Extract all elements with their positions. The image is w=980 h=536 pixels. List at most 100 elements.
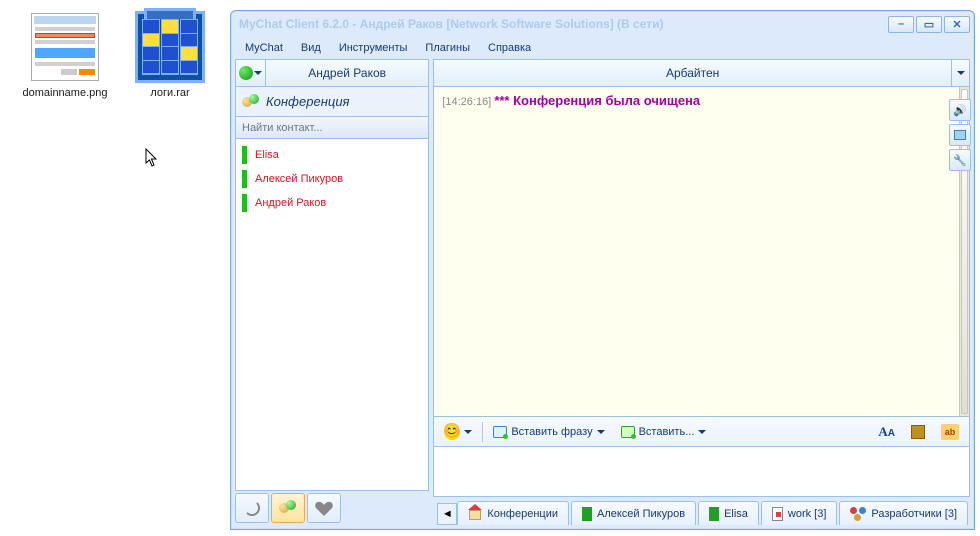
tab-user-elisa[interactable]: Elisa [698,501,759,525]
left-footer-tabs [235,491,429,525]
contact-name: Андрей Раков [255,197,326,209]
conference-label: Конференция [266,94,350,109]
heart-icon [315,500,333,516]
tab-label: Elisa [724,508,748,520]
footer-tab-favorites[interactable] [307,493,341,523]
tab-label: Разработчики [3] [871,508,957,520]
message-toolbar: Вставить фразу Вставить... AA ab [433,417,970,447]
minimize-button[interactable]: – [888,16,914,33]
close-button[interactable]: ✕ [944,16,970,33]
menu-plugins[interactable]: Плагины [417,39,478,57]
desktop-file-logs-rar[interactable]: логи.rar [125,12,215,100]
footer-tab-all[interactable] [235,493,269,523]
menu-mychat[interactable]: MyChat [237,39,291,57]
menu-help[interactable]: Справка [480,39,539,57]
mouse-cursor-icon [145,148,159,168]
tab-scroll-left[interactable]: ◄ [437,503,457,525]
system-message: *** Конференция была очищена [494,93,700,108]
insert-button[interactable]: Вставить... [615,421,713,443]
channel-header: Арбайтен [433,59,970,87]
separator [482,422,483,442]
group-icon [850,507,866,521]
current-user-name: Андрей Раков [266,66,428,80]
desktop-file-label: логи.rar [125,86,215,100]
image-thumbnail-icon [30,12,100,82]
person-icon [709,507,719,521]
menubar: MyChat Вид Инструменты Плагины Справка [231,37,974,59]
desktop-file-label: domainname.png [20,86,110,100]
abc-icon: ab [941,424,959,440]
tab-user-pikurov[interactable]: Алексей Пикуров [571,501,696,525]
save-button[interactable] [905,421,931,443]
dropdown-arrow-icon [254,71,262,75]
right-panel: Арбайтен [14:26:16] *** Конференция была… [433,59,970,525]
channel-dropdown-button[interactable] [951,60,969,86]
desktop-file-domainname[interactable]: domainname.png [20,12,110,100]
document-icon [772,507,783,521]
menu-tools[interactable]: Инструменты [331,39,416,57]
emoji-icon [444,424,460,440]
maximize-button[interactable]: ▭ [916,16,942,33]
titlebar[interactable]: MyChat Client 6.2.0 - Андрей Раков [Netw… [231,11,974,37]
emoji-button[interactable] [438,421,478,443]
insert-icon [621,426,635,438]
font-icon: AA [878,424,895,440]
footer-tab-people[interactable] [271,493,305,523]
conference-icon [242,94,260,110]
status-online-icon [239,66,253,80]
contact-name: Алексей Пикуров [255,173,343,185]
chat-messages[interactable]: [14:26:16] *** Конференция была очищена [434,87,959,416]
tab-label: work [3] [788,508,827,520]
spiral-icon [244,500,260,516]
contact-item[interactable]: Elisa [238,143,426,167]
chevron-down-icon [597,430,605,434]
tool-button[interactable]: 🔧 [949,149,971,171]
tab-conferences[interactable]: Конференции [457,501,569,525]
tab-label: Алексей Пикуров [597,508,685,520]
home-icon [468,508,482,520]
people-icon [279,500,297,516]
phrase-icon [493,426,507,438]
status-button[interactable] [236,60,266,86]
floppy-icon [911,425,925,439]
menu-view[interactable]: Вид [293,39,329,57]
mychat-window: MyChat Client 6.2.0 - Андрей Раков [Netw… [230,10,975,530]
message-input[interactable] [433,447,970,497]
screen-button[interactable] [949,124,971,146]
chevron-down-icon [464,430,472,434]
contact-list: Elisa Алексей Пикуров Андрей Раков [235,139,429,491]
person-icon [582,507,592,521]
tab-work[interactable]: work [3] [761,501,838,525]
conference-row[interactable]: Конференция [235,87,429,117]
chevron-down-icon [698,430,706,434]
window-title: MyChat Client 6.2.0 - Андрей Раков [Netw… [239,17,888,31]
bottom-tabs: ◄ Конференции Алексей Пикуров Elisa work… [433,497,970,525]
side-tools: 🔊 🔧 [949,99,971,171]
tab-label: Конференции [487,508,558,520]
insert-phrase-button[interactable]: Вставить фразу [487,421,610,443]
search-placeholder: Найти контакт... [242,122,323,134]
channel-title: Арбайтен [434,66,951,80]
tab-developers[interactable]: Разработчики [3] [839,501,968,525]
contact-name: Elisa [255,149,279,161]
message-timestamp: [14:26:16] [442,96,491,108]
contact-item[interactable]: Андрей Раков [238,191,426,215]
online-bar-icon [242,170,247,188]
search-contact-input[interactable]: Найти контакт... [235,117,429,139]
archive-icon [135,12,205,82]
left-panel: Андрей Раков Конференция Найти контакт..… [235,59,429,525]
spellcheck-button[interactable]: ab [935,421,965,443]
online-bar-icon [242,194,247,212]
contact-item[interactable]: Алексей Пикуров [238,167,426,191]
insert-phrase-label: Вставить фразу [511,426,592,438]
speaker-icon: 🔊 [953,104,967,117]
online-bar-icon [242,146,247,164]
insert-label: Вставить... [639,426,695,438]
font-button[interactable]: AA [872,421,901,443]
chat-body: [14:26:16] *** Конференция была очищена [433,87,970,417]
user-header: Андрей Раков [235,59,429,87]
monitor-icon [954,130,966,140]
sound-button[interactable]: 🔊 [949,99,971,121]
chevron-down-icon [957,71,965,75]
wrench-icon: 🔧 [953,154,967,167]
